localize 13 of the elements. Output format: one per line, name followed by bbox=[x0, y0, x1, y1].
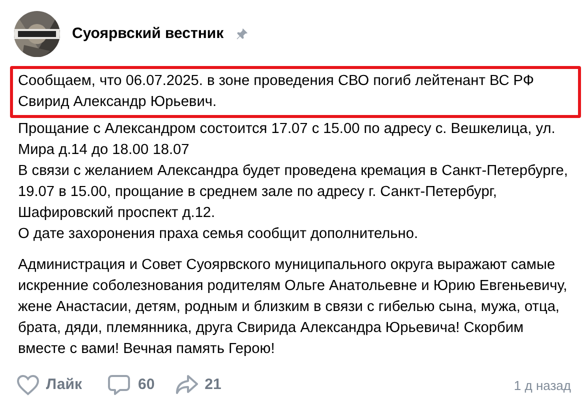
heart-icon bbox=[16, 374, 40, 396]
post-paragraph: Сообщаем, что 06.07.2025. в зоне проведения СВО погиб лейтенант ВС РФ Свирид Александр Юрьевич. bbox=[10, 66, 581, 118]
post-paragraph: Администрация и Совет Суоярвского муниципального округа выражают самые искренние соболезнования родителям Ольге Анатольевне и Юрию Евгеньевичу, жене Анастасии, детям, родным и близким в связи с гибелью сына, мужа, отца, брата, дяди, племянника, друга Свирида Александра Юрьевича! Скорбим вместе с вами! Вечная память Герою! bbox=[17, 256, 568, 359]
post-time[interactable]: 1 д назад bbox=[514, 376, 571, 395]
comment-button[interactable]: 60 bbox=[108, 374, 155, 396]
share-button[interactable]: 21 bbox=[174, 374, 222, 396]
author-name[interactable]: Суоярвский вестник bbox=[72, 22, 224, 46]
share-icon bbox=[174, 374, 199, 396]
post-paragraph: В связи с желанием Александра будет проведена кремация в Санкт-Петербурге, 19.07 в 15.00, прощание в среднем зале по адресу г. Санкт-Петербург, Шафировский проспект д.12. bbox=[17, 162, 569, 223]
post-paragraph: Прощание с Александром состоится 17.07 с 15.00 по адресу с. Вешкелица, ул. Мира д.14 до 18.00 18.07 bbox=[17, 120, 556, 160]
like-button[interactable]: Лайк bbox=[16, 374, 82, 396]
post-paragraph: О дате захоронения праха семья сообщит дополнительно. bbox=[17, 225, 419, 244]
comment-icon bbox=[108, 374, 130, 396]
